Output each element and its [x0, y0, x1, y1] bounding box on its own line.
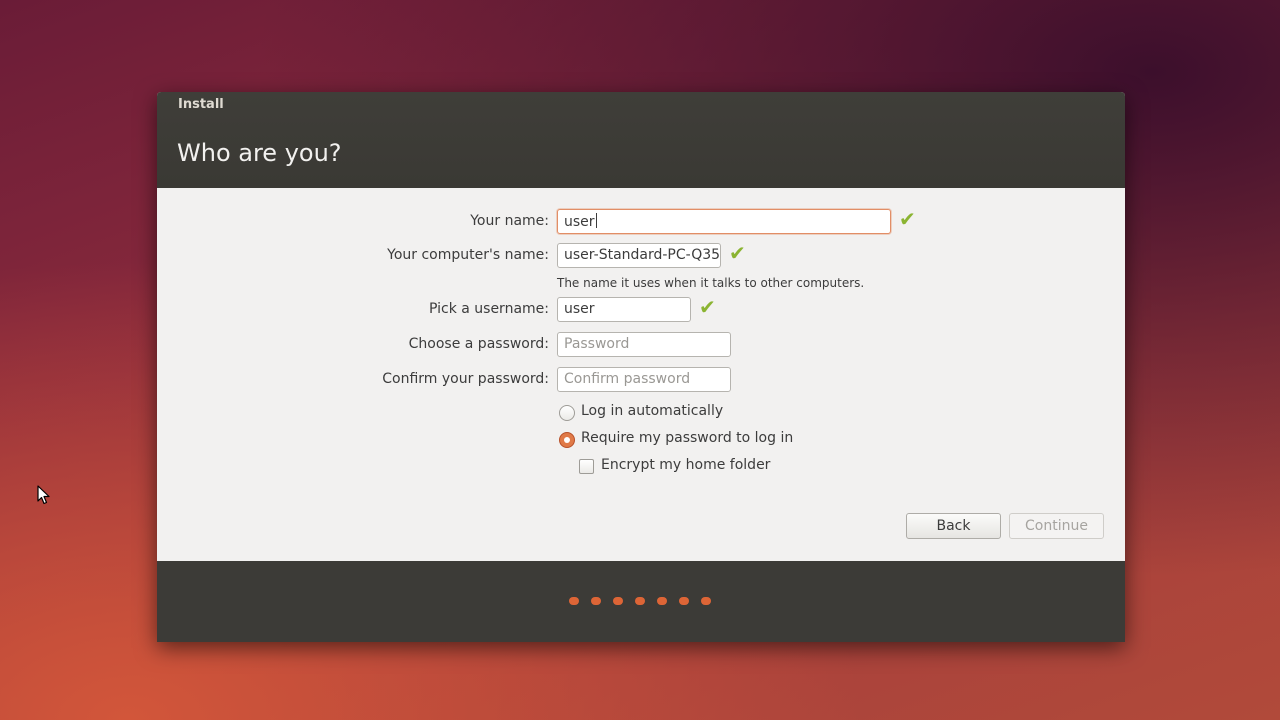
your-name-label: Your name:	[470, 213, 549, 229]
require-password-label[interactable]: Require my password to log in	[581, 430, 793, 446]
username-input[interactable]: user	[557, 297, 691, 322]
password-input[interactable]: Password	[557, 332, 731, 357]
encrypt-home-label[interactable]: Encrypt my home folder	[601, 457, 770, 473]
confirm-password-input[interactable]: Confirm password	[557, 367, 731, 392]
footer-bar	[157, 561, 1125, 642]
check-icon: ✔	[699, 295, 716, 319]
progress-dot	[613, 597, 623, 605]
window-title: Install	[178, 97, 224, 112]
computer-name-label: Your computer's name:	[387, 247, 549, 263]
install-window: Install Who are you? Your name: user ✔ Y…	[157, 92, 1125, 642]
computer-name-hint: The name it uses when it talks to other …	[557, 276, 865, 290]
text-cursor	[595, 213, 597, 228]
progress-dots	[569, 597, 711, 605]
password-label: Choose a password:	[408, 336, 549, 352]
confirm-password-label: Confirm your password:	[382, 371, 549, 387]
user-form: Your name: user ✔ Your computer's name: …	[157, 188, 1125, 561]
progress-dot	[635, 597, 645, 605]
progress-dot	[591, 597, 601, 605]
confirm-password-placeholder: Confirm password	[564, 371, 691, 387]
log-in-automatically-radio[interactable]	[559, 405, 575, 421]
encrypt-home-checkbox[interactable]	[579, 459, 594, 474]
password-placeholder: Password	[564, 336, 630, 352]
mouse-pointer-icon	[37, 485, 50, 505]
log-in-automatically-label[interactable]: Log in automatically	[581, 403, 723, 419]
progress-dot	[679, 597, 689, 605]
check-icon: ✔	[729, 241, 746, 265]
progress-dot	[569, 597, 579, 605]
progress-dot	[701, 597, 711, 605]
check-icon: ✔	[899, 207, 916, 231]
computer-name-input[interactable]: user-Standard-PC-Q35-	[557, 243, 721, 268]
page-heading: Who are you?	[177, 139, 342, 167]
username-label: Pick a username:	[428, 301, 549, 317]
your-name-input[interactable]: user	[557, 209, 891, 234]
require-password-radio[interactable]	[559, 432, 575, 448]
title-bar: Install Who are you?	[157, 92, 1125, 188]
back-button[interactable]: Back	[906, 513, 1001, 539]
your-name-value: user	[564, 214, 595, 230]
progress-dot	[657, 597, 667, 605]
continue-button[interactable]: Continue	[1009, 513, 1104, 539]
